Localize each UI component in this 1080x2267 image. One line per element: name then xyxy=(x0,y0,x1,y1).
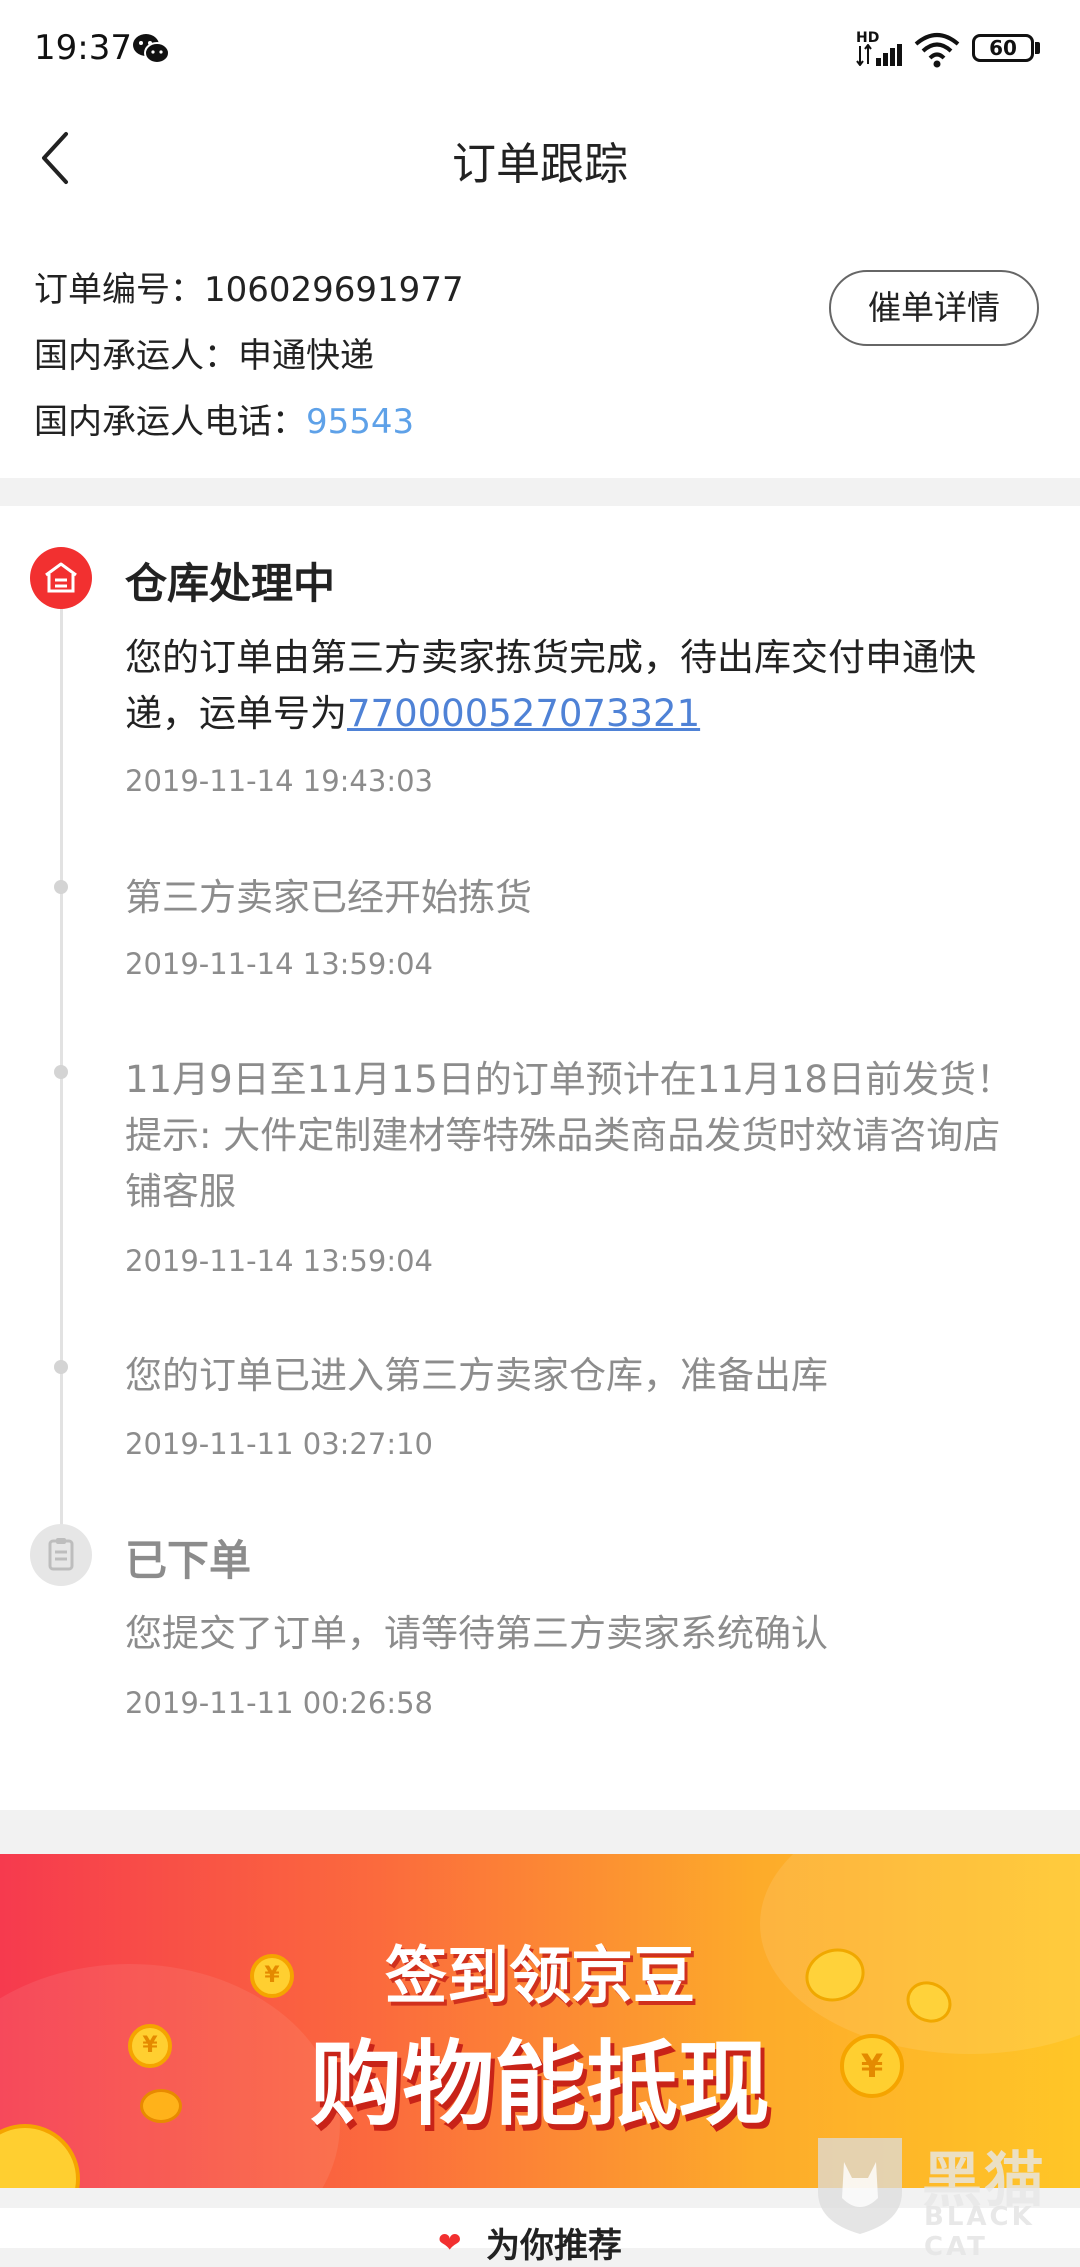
timeline-dot xyxy=(54,1065,68,1079)
order-number-value: 106029691977 xyxy=(204,270,464,310)
event-time: 2019-11-11 00:26:58 xyxy=(125,1686,433,1720)
carrier-phone-link[interactable]: 95543 xyxy=(306,402,414,442)
status-time: 19:37 xyxy=(34,28,132,68)
timeline-dot xyxy=(54,1360,68,1374)
event-title: 已下单 xyxy=(125,1536,252,1585)
warehouse-icon xyxy=(30,547,92,609)
urge-details-button[interactable]: 催单详情 xyxy=(829,270,1039,346)
carrier-label: 国内承运人： xyxy=(34,336,238,376)
event-time: 2019-11-14 13:59:04 xyxy=(125,1244,433,1278)
waybill-number-link[interactable]: 770000527073321 xyxy=(347,692,700,735)
black-cat-logo xyxy=(818,2138,902,2234)
recommend-label: 为你推荐 xyxy=(486,2226,622,2266)
event-title: 仓库处理中 xyxy=(125,559,336,608)
event-description: 第三方卖家已经开始拣货 xyxy=(125,876,532,919)
banner-title-line1: 签到领京豆 xyxy=(384,1939,695,2012)
heart-icon: ❤ xyxy=(438,2226,462,2259)
banner-title-line2: 购物能抵现 xyxy=(309,2031,770,2138)
event-description: 您的订单由第三方卖家拣货完成，待出库交付申通快递，运单号为77000052707… xyxy=(125,630,1030,742)
carrier-phone-label: 国内承运人电话： xyxy=(34,402,306,442)
battery-level: 60 xyxy=(989,36,1017,60)
event-description: 您提交了订单，请等待第三方卖家系统确认 xyxy=(125,1612,828,1655)
clipboard-icon xyxy=(30,1524,92,1586)
event-description: 您的订单已进入第三方卖家仓库，准备出库 xyxy=(125,1354,828,1397)
event-time: 2019-11-14 13:59:04 xyxy=(125,947,433,981)
carrier-row: 国内承运人：申通快递 xyxy=(34,328,374,377)
event-time: 2019-11-14 19:43:03 xyxy=(125,764,433,798)
event-description: 11月9日至11月15日的订单预计在11月18日前发货！提示: 大件定制建材等特… xyxy=(125,1058,1013,1213)
wifi-icon xyxy=(914,33,960,68)
order-number-row: 订单编号：106029691977 xyxy=(34,262,464,311)
timeline-dot xyxy=(54,880,68,894)
order-number-label: 订单编号： xyxy=(34,270,204,310)
carrier-value: 申通快递 xyxy=(238,336,374,376)
event-time: 2019-11-11 03:27:10 xyxy=(125,1427,433,1461)
signal-icon xyxy=(856,44,902,66)
wechat-icon xyxy=(133,34,170,64)
battery-cap xyxy=(1035,42,1040,54)
watermark-subtext: BLACK CAT xyxy=(924,2202,1035,2262)
carrier-phone-row: 国内承运人电话：95543 xyxy=(34,394,414,443)
page-title: 订单跟踪 xyxy=(452,139,628,190)
